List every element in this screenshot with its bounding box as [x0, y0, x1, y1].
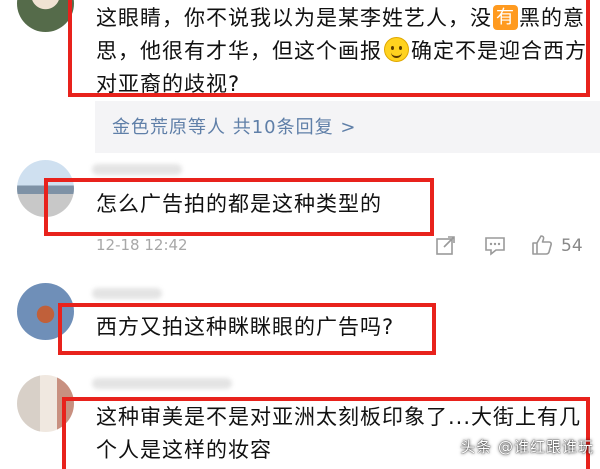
emoji-badge: 有 — [493, 5, 518, 30]
comment-icon[interactable] — [484, 235, 506, 261]
timestamp: 12-18 12:42 — [96, 236, 188, 254]
comment-text-segment: 对亚裔的歧视? — [96, 72, 241, 96]
comment-text: 西方又拍这种眯眯眼的广告吗? — [96, 315, 395, 339]
reply-summary-bar[interactable]: 金色荒原等人 共10条回复 > — [95, 101, 600, 153]
username[interactable] — [92, 164, 182, 175]
username[interactable] — [92, 288, 162, 299]
comment-text-segment: 黑的意 — [519, 6, 585, 30]
comment-text: 怎么广告拍的都是这种类型的 — [96, 192, 382, 216]
thumbs-up-icon[interactable] — [530, 233, 554, 261]
comment-text-segment: 确定不是迎合西方 — [411, 39, 587, 63]
avatar[interactable] — [17, 0, 74, 32]
comment-text: 这种审美是不是对亚洲太刻板印象了...大街上有几 个人是这样的妆容 — [96, 401, 581, 467]
comment-text-segment: 思，他很有才华，但这个画报 — [96, 39, 382, 63]
share-icon[interactable] — [435, 234, 457, 260]
like-count: 54 — [561, 236, 583, 256]
comment-text: 这眼睛，你不说我以为是某李姓艺人，没有黑的意 思，他很有才华，但这个画报 确定不是… — [96, 2, 587, 101]
reply-summary-link[interactable]: 金色荒原等人 共10条回复 > — [112, 113, 356, 139]
username[interactable] — [92, 378, 232, 389]
smile-icon — [384, 37, 409, 62]
watermark: 头条 @谁红跟谁玩 — [460, 438, 594, 456]
comment-text-segment: 这种审美是不是对亚洲太刻板印象了...大街上有几 — [96, 405, 582, 429]
comment-text-segment: 这眼睛，你不说我以为是某李姓艺人，没 — [96, 6, 492, 30]
